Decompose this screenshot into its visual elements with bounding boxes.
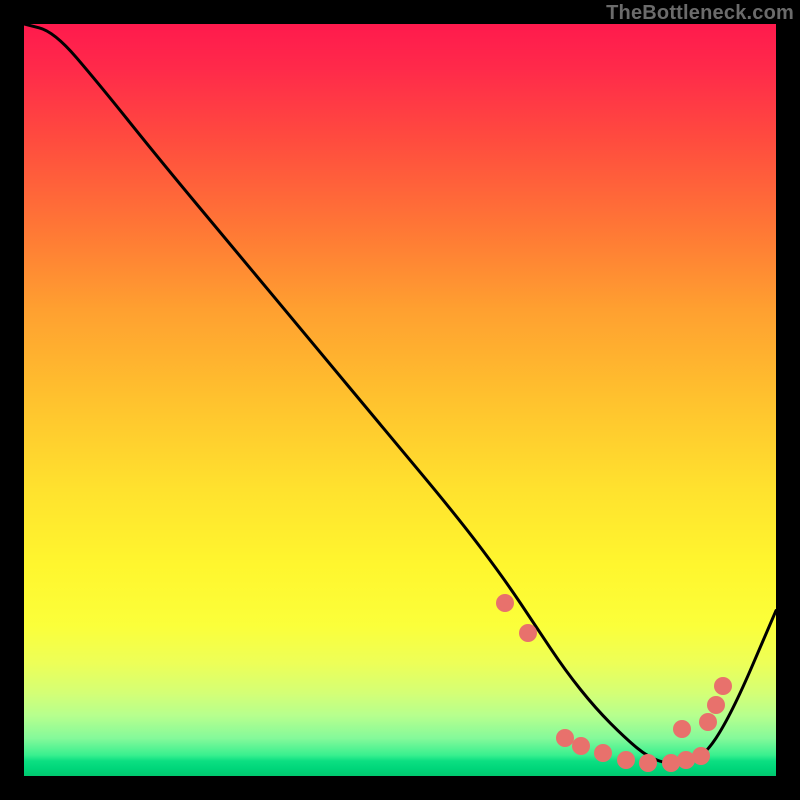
data-dot (572, 737, 590, 755)
chart-stage: TheBottleneck.com (0, 0, 800, 800)
attribution-text: TheBottleneck.com (606, 2, 794, 25)
bottleneck-curve (24, 24, 776, 763)
plot-area (24, 24, 776, 776)
data-dot (617, 751, 635, 769)
data-dot (707, 696, 725, 714)
curve-svg (24, 24, 776, 776)
data-dot (639, 754, 657, 772)
data-dot (519, 624, 537, 642)
